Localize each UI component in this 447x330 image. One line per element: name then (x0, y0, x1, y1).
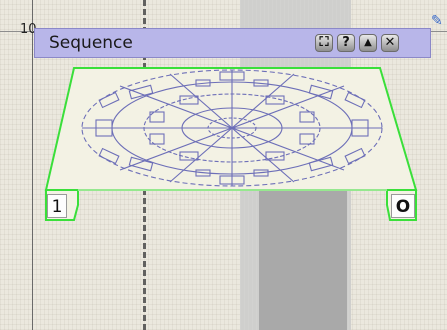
panel-title: Sequence (49, 33, 133, 53)
sequence-panel-titlebar[interactable]: Sequence ⛶ ? ▲ ✕ (34, 28, 431, 58)
sequence-end-badge: O (391, 194, 415, 218)
expand-icon[interactable]: ⛶ (315, 34, 333, 52)
help-icon[interactable]: ? (337, 34, 355, 52)
close-icon[interactable]: ✕ (381, 34, 399, 52)
sequence-start-badge: 1 (47, 194, 67, 218)
collapse-icon[interactable]: ▲ (359, 34, 377, 52)
